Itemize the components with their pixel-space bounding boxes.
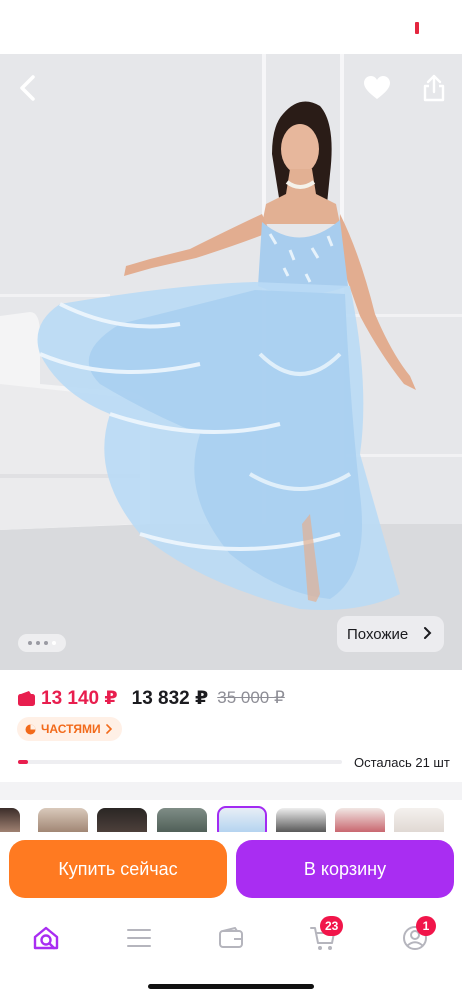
chevron-left-icon (20, 75, 35, 101)
status-bar (0, 0, 462, 54)
profile-badge: 1 (416, 916, 436, 936)
tab-home[interactable] (24, 920, 68, 956)
installments-badge[interactable]: ЧАСТЯМИ (17, 717, 122, 741)
pie-chart-icon (25, 724, 36, 734)
variant-thumbnail[interactable] (276, 808, 326, 834)
home-indicator (148, 984, 314, 989)
installments-label: ЧАСТЯМИ (41, 722, 101, 736)
stock-label: Осталась 21 шт (354, 755, 450, 770)
share-icon (423, 74, 445, 102)
wallet-price: 13 140 ₽ (41, 687, 118, 709)
wallet-icon (219, 927, 243, 948)
stock-progress-fill (18, 760, 28, 764)
variant-thumbnails[interactable] (0, 806, 462, 834)
similar-button[interactable]: Похожие (337, 616, 444, 652)
gallery-dot (44, 641, 48, 645)
variant-thumbnail-selected[interactable] (217, 806, 267, 834)
cart-badge: 23 (320, 916, 344, 936)
gallery-dot (36, 641, 40, 645)
add-to-cart-button[interactable]: В корзину (236, 840, 454, 898)
back-button[interactable] (8, 68, 48, 108)
tab-catalog[interactable] (117, 920, 161, 956)
chevron-right-icon (105, 724, 112, 734)
wallet-icon (18, 690, 35, 706)
variant-thumbnail[interactable] (157, 808, 207, 834)
stock-progress (18, 760, 342, 764)
action-panel: Купить сейчас В корзину (0, 832, 462, 910)
similar-label: Похожие (347, 625, 409, 643)
variant-thumbnail[interactable] (394, 808, 444, 834)
price-row: 13 140 ₽ 13 832 ₽ 35 000 ₽ (18, 686, 285, 710)
variant-thumbnail[interactable] (38, 808, 88, 834)
old-price: 35 000 ₽ (217, 688, 285, 707)
variant-thumbnail[interactable] (335, 808, 385, 834)
buy-now-button[interactable]: Купить сейчас (9, 840, 227, 898)
recording-indicator (415, 22, 419, 34)
tab-wallet[interactable] (209, 920, 253, 956)
menu-icon (127, 929, 151, 947)
favorite-button[interactable] (357, 68, 397, 108)
share-button[interactable] (414, 68, 454, 108)
variant-thumbnail[interactable] (97, 808, 147, 834)
current-price: 13 832 ₽ (131, 687, 209, 709)
gallery-dot-active (52, 641, 56, 645)
heart-icon (364, 76, 390, 99)
product-photo (0, 54, 462, 670)
price-card: 13 140 ₽ 13 832 ₽ 35 000 ₽ ЧАСТЯМИ Остал… (0, 670, 462, 782)
gallery-pagination (18, 634, 66, 652)
chevron-right-icon (424, 627, 432, 639)
gallery-dot (28, 641, 32, 645)
variant-thumbnail[interactable] (0, 808, 20, 834)
section-divider (0, 782, 462, 800)
search-home-icon (33, 926, 59, 950)
product-gallery[interactable]: Похожие (0, 54, 462, 670)
